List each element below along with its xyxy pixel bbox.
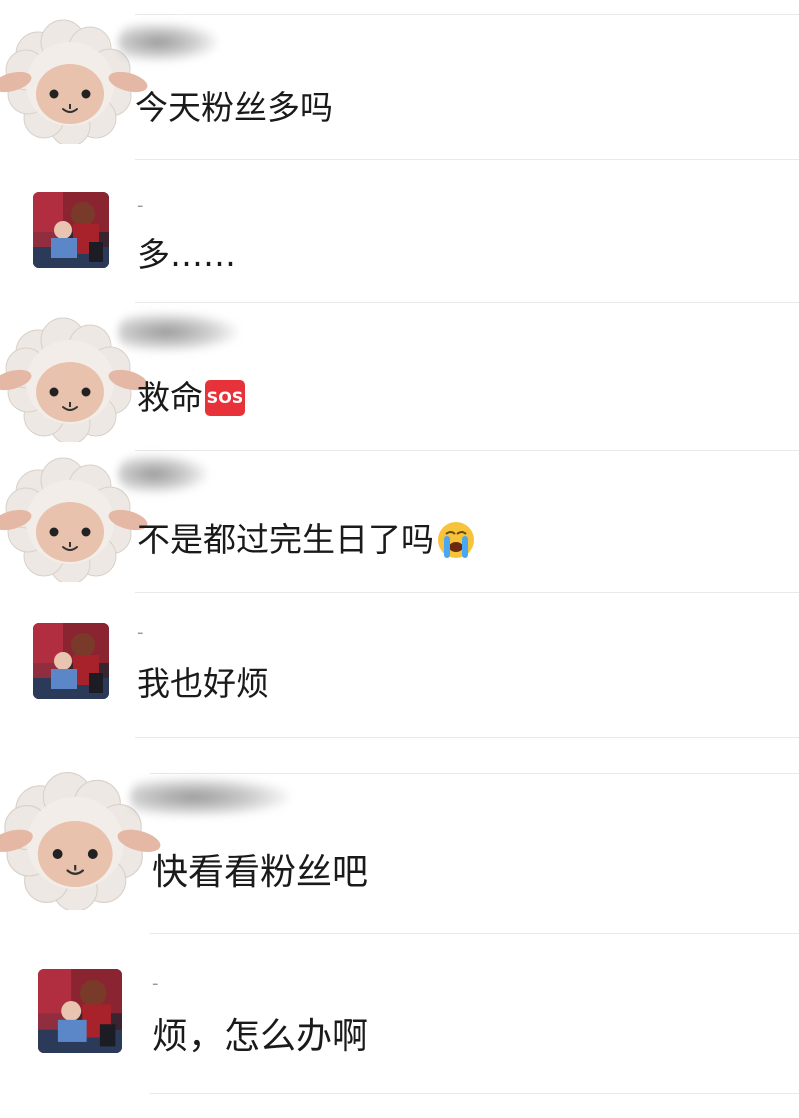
divider [150, 933, 799, 934]
message-row: - 多…… [0, 159, 799, 302]
message-row: 今天粉丝多吗 [0, 0, 799, 160]
blurred-username [118, 454, 208, 494]
divider [150, 1093, 799, 1094]
divider [135, 14, 799, 15]
photo-avatar[interactable] [33, 623, 109, 699]
blurred-username [130, 777, 290, 817]
photo-avatar[interactable] [38, 969, 122, 1053]
divider [135, 302, 799, 303]
divider [135, 159, 799, 160]
message-text: 多…… [137, 235, 236, 275]
message-row: - 烦，怎么办啊 [0, 933, 799, 1118]
divider [135, 592, 799, 593]
divider [150, 773, 799, 774]
blurred-username [118, 312, 238, 352]
message-row: - 我也好烦 [0, 592, 799, 737]
message-text-content: 不是都过完生日了吗 [137, 520, 434, 559]
message-text: 烦，怎么办啊 [152, 1017, 368, 1057]
message-text-content: 救命 [137, 378, 203, 417]
message-text: 今天粉丝多吗 [135, 88, 333, 128]
sos-emoji-icon: SOS [205, 380, 245, 416]
message-text-content: 烦，怎么办啊 [152, 1016, 369, 1057]
message-text: 快看看粉丝吧 [152, 853, 368, 893]
username: - [152, 973, 159, 994]
message-text-content: 今天粉丝多吗 [135, 88, 333, 127]
divider [135, 737, 799, 738]
divider [135, 450, 799, 451]
crying-face-icon [436, 520, 476, 560]
photo-avatar[interactable] [33, 192, 109, 268]
message-text-content: 我也好烦 [137, 664, 269, 703]
message-text-content: 快看看粉丝吧 [152, 852, 369, 893]
username: - [137, 195, 144, 216]
message-text: 不是都过完生日了吗 [137, 520, 476, 560]
chat-list: 今天粉丝多吗 - 多…… 救命 SOS 不是都过完生日了吗 - 我也好烦 快看看… [0, 0, 799, 1118]
message-row: 快看看粉丝吧 [0, 737, 799, 933]
message-text-content: 多…… [137, 235, 236, 274]
message-text: 我也好烦 [137, 664, 269, 704]
message-text: 救命 SOS [137, 378, 245, 418]
message-row: 救命 SOS [0, 302, 799, 450]
username: - [137, 622, 144, 643]
blurred-username [118, 22, 218, 62]
message-row: 不是都过完生日了吗 [0, 450, 799, 592]
